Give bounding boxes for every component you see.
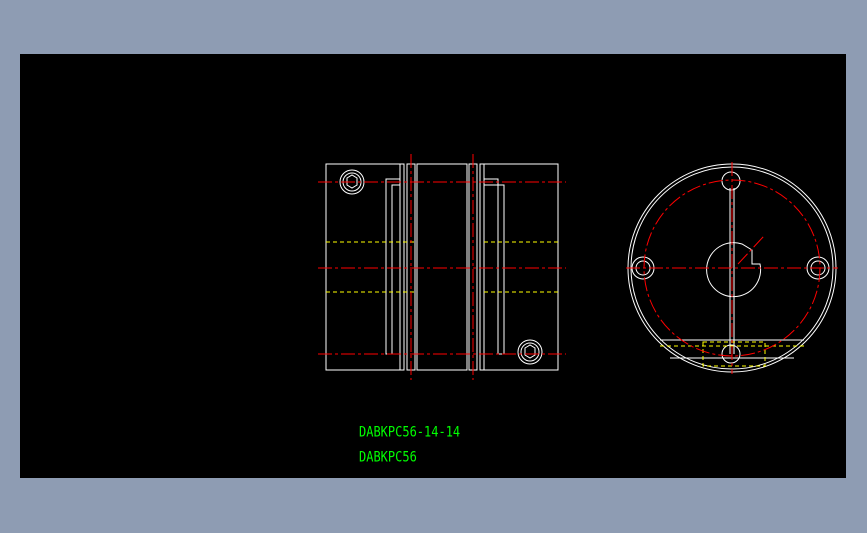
right-hub [483, 163, 559, 371]
left-hub [325, 163, 401, 371]
right-disc-outer [479, 163, 485, 371]
screw-hole-top [721, 171, 741, 191]
screw-hole-bottom [721, 344, 741, 364]
bore-hidden-lines [326, 241, 558, 293]
left-disc-outer [399, 163, 405, 371]
right-hub-slot [484, 178, 505, 355]
end-view-centerlines [626, 162, 838, 374]
part-number-label: DABKPC56-14-14 [359, 424, 461, 441]
side-view [325, 163, 559, 371]
cad-drawing-viewport[interactable]: DABKPC56-14-14 DABKPC56 [20, 54, 846, 478]
screw-head-bottom [517, 339, 543, 365]
drawing-canvas [318, 154, 838, 380]
left-hub-slot [385, 178, 400, 355]
series-label: DABKPC56 [359, 449, 417, 466]
center-spacer [416, 163, 468, 371]
